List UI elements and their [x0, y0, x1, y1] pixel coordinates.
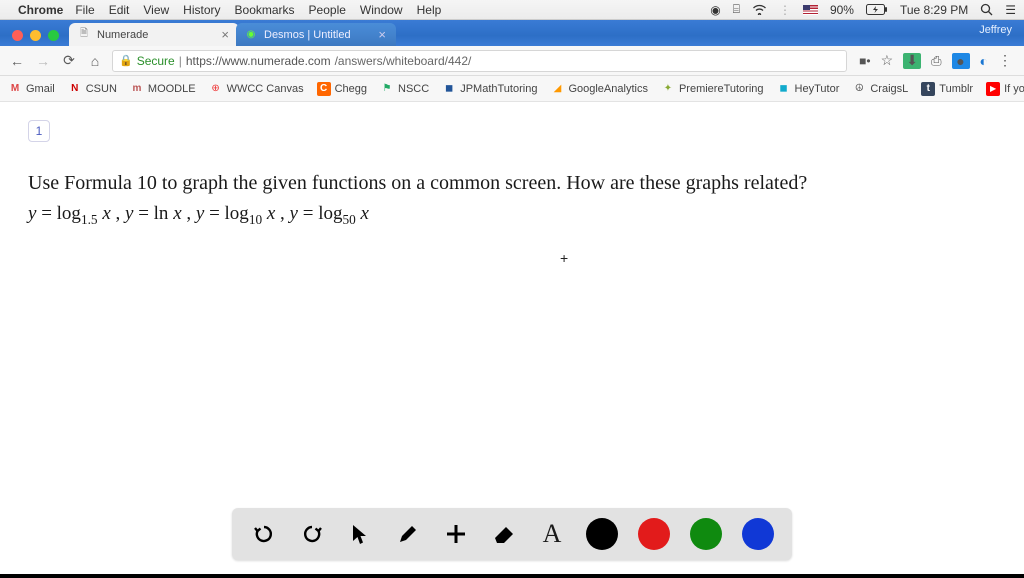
forward-button[interactable]: →: [34, 53, 52, 69]
input-flag-icon[interactable]: [803, 5, 818, 15]
window-minimize[interactable]: [30, 30, 41, 41]
bookmark-moodle[interactable]: mMOODLE: [130, 82, 196, 96]
tab-title: Numerade: [97, 29, 148, 41]
bookmark-nscc[interactable]: ⚑NSCC: [380, 82, 429, 96]
browser-tab-inactive[interactable]: ◉ Desmos | Untitled ×: [236, 23, 396, 46]
eraser-tool[interactable]: [490, 520, 518, 548]
bottom-border: [0, 574, 1024, 578]
back-button[interactable]: ←: [8, 53, 26, 69]
page-content: 1 Use Formula 10 to graph the given func…: [0, 102, 1024, 578]
address-bar[interactable]: 🔒 Secure | https://www.numerade.com/answ…: [112, 50, 847, 72]
extension-icon-3[interactable]: ◐: [980, 53, 988, 69]
cast-icon[interactable]: ⎙: [931, 53, 941, 69]
bookmark-wwcc[interactable]: ⊕WWCC Canvas: [209, 82, 304, 96]
mac-menu-edit[interactable]: Edit: [109, 3, 130, 17]
chrome-menu-icon[interactable]: ⋮: [998, 52, 1012, 69]
add-tool[interactable]: [442, 520, 470, 548]
undo-button[interactable]: [250, 520, 278, 548]
mac-menu-bookmarks[interactable]: Bookmarks: [235, 3, 295, 17]
whiteboard-toolbar: A: [232, 508, 792, 560]
status-app-icon[interactable]: ◉: [710, 3, 720, 17]
tab-close-icon[interactable]: ×: [378, 27, 386, 42]
mac-app-name[interactable]: Chrome: [18, 3, 63, 17]
color-red[interactable]: [638, 518, 670, 550]
pencil-tool[interactable]: [394, 520, 422, 548]
bookmark-csun[interactable]: NCSUN: [68, 82, 117, 96]
chrome-profile-name[interactable]: Jeffrey: [979, 24, 1012, 36]
pointer-tool[interactable]: [346, 520, 374, 548]
color-green[interactable]: [690, 518, 722, 550]
color-black[interactable]: [586, 518, 618, 550]
clock[interactable]: Tue 8:29 PM: [900, 3, 968, 17]
url-path: /answers/whiteboard/442/: [335, 54, 472, 68]
tab-close-icon[interactable]: ×: [221, 27, 229, 42]
mac-menu-window[interactable]: Window: [360, 3, 403, 17]
wifi-icon[interactable]: [752, 4, 767, 15]
browser-tab-active[interactable]: 🗎 Numerade ×: [69, 23, 239, 46]
bookmark-star-icon[interactable]: ☆: [881, 52, 894, 69]
mac-menu-history[interactable]: History: [183, 3, 220, 17]
redo-button[interactable]: [298, 520, 326, 548]
video-icon[interactable]: ■•: [859, 54, 870, 68]
question-math: y = log1.5 x , y = ln x , y = log10 x , …: [28, 203, 996, 228]
url-host: https://www.numerade.com: [186, 54, 331, 68]
mac-menu-view[interactable]: View: [143, 3, 169, 17]
extension-icon-2[interactable]: ●: [952, 53, 970, 69]
bookmark-ga[interactable]: ◢GoogleAnalytics: [550, 82, 648, 96]
bookmark-youtube[interactable]: ▶If you had 24 hours...: [986, 82, 1024, 96]
lock-icon: 🔒: [119, 54, 133, 67]
window-maximize[interactable]: [48, 30, 59, 41]
bookmark-premiere[interactable]: ✦PremiereTutoring: [661, 82, 764, 96]
battery-icon[interactable]: [866, 4, 888, 15]
extension-icon-1[interactable]: ⬇: [903, 53, 921, 69]
question-text: Use Formula 10 to graph the given functi…: [28, 168, 996, 199]
crosshair-cursor-icon: +: [560, 250, 568, 266]
mac-menu-bar: Chrome File Edit View History Bookmarks …: [0, 0, 1024, 20]
text-tool[interactable]: A: [538, 520, 566, 548]
chrome-toolbar: ← → ⟳ ⌂ 🔒 Secure | https://www.numerade.…: [0, 46, 1024, 76]
color-blue[interactable]: [742, 518, 774, 550]
page-icon: 🗎: [77, 28, 91, 42]
bookmark-craigsl[interactable]: ☮CraigsL: [852, 82, 908, 96]
bluetooth-icon[interactable]: ⋮: [779, 3, 791, 17]
chrome-tab-strip: 🗎 Numerade × ◉ Desmos | Untitled × Jeffr…: [0, 20, 1024, 46]
spotlight-icon[interactable]: [980, 3, 993, 16]
bookmark-gmail[interactable]: MGmail: [8, 82, 55, 96]
tab-title: Desmos | Untitled: [264, 29, 351, 41]
window-controls: [12, 30, 59, 41]
bookmark-tumblr[interactable]: tTumblr: [921, 82, 973, 96]
battery-percent: 90%: [830, 3, 854, 17]
window-close[interactable]: [12, 30, 23, 41]
mac-menu-people[interactable]: People: [309, 3, 346, 17]
desmos-icon: ◉: [244, 28, 258, 42]
bookmarks-bar: MGmail NCSUN mMOODLE ⊕WWCC Canvas CChegg…: [0, 76, 1024, 102]
bookmark-jpmath[interactable]: ◼JPMathTutoring: [442, 82, 537, 96]
mac-menu-file[interactable]: File: [75, 3, 94, 17]
home-button[interactable]: ⌂: [86, 53, 104, 69]
reload-button[interactable]: ⟳: [60, 52, 78, 69]
bookmark-heytutor[interactable]: ◼HeyTutor: [777, 82, 840, 96]
secure-label: Secure: [137, 54, 175, 68]
whiteboard-page-tab[interactable]: 1: [28, 120, 50, 142]
mac-menu-help[interactable]: Help: [417, 3, 442, 17]
bookmark-chegg[interactable]: CChegg: [317, 82, 367, 96]
airplay-icon[interactable]: ⌸: [733, 2, 740, 17]
menu-list-icon[interactable]: ☰: [1005, 3, 1016, 17]
